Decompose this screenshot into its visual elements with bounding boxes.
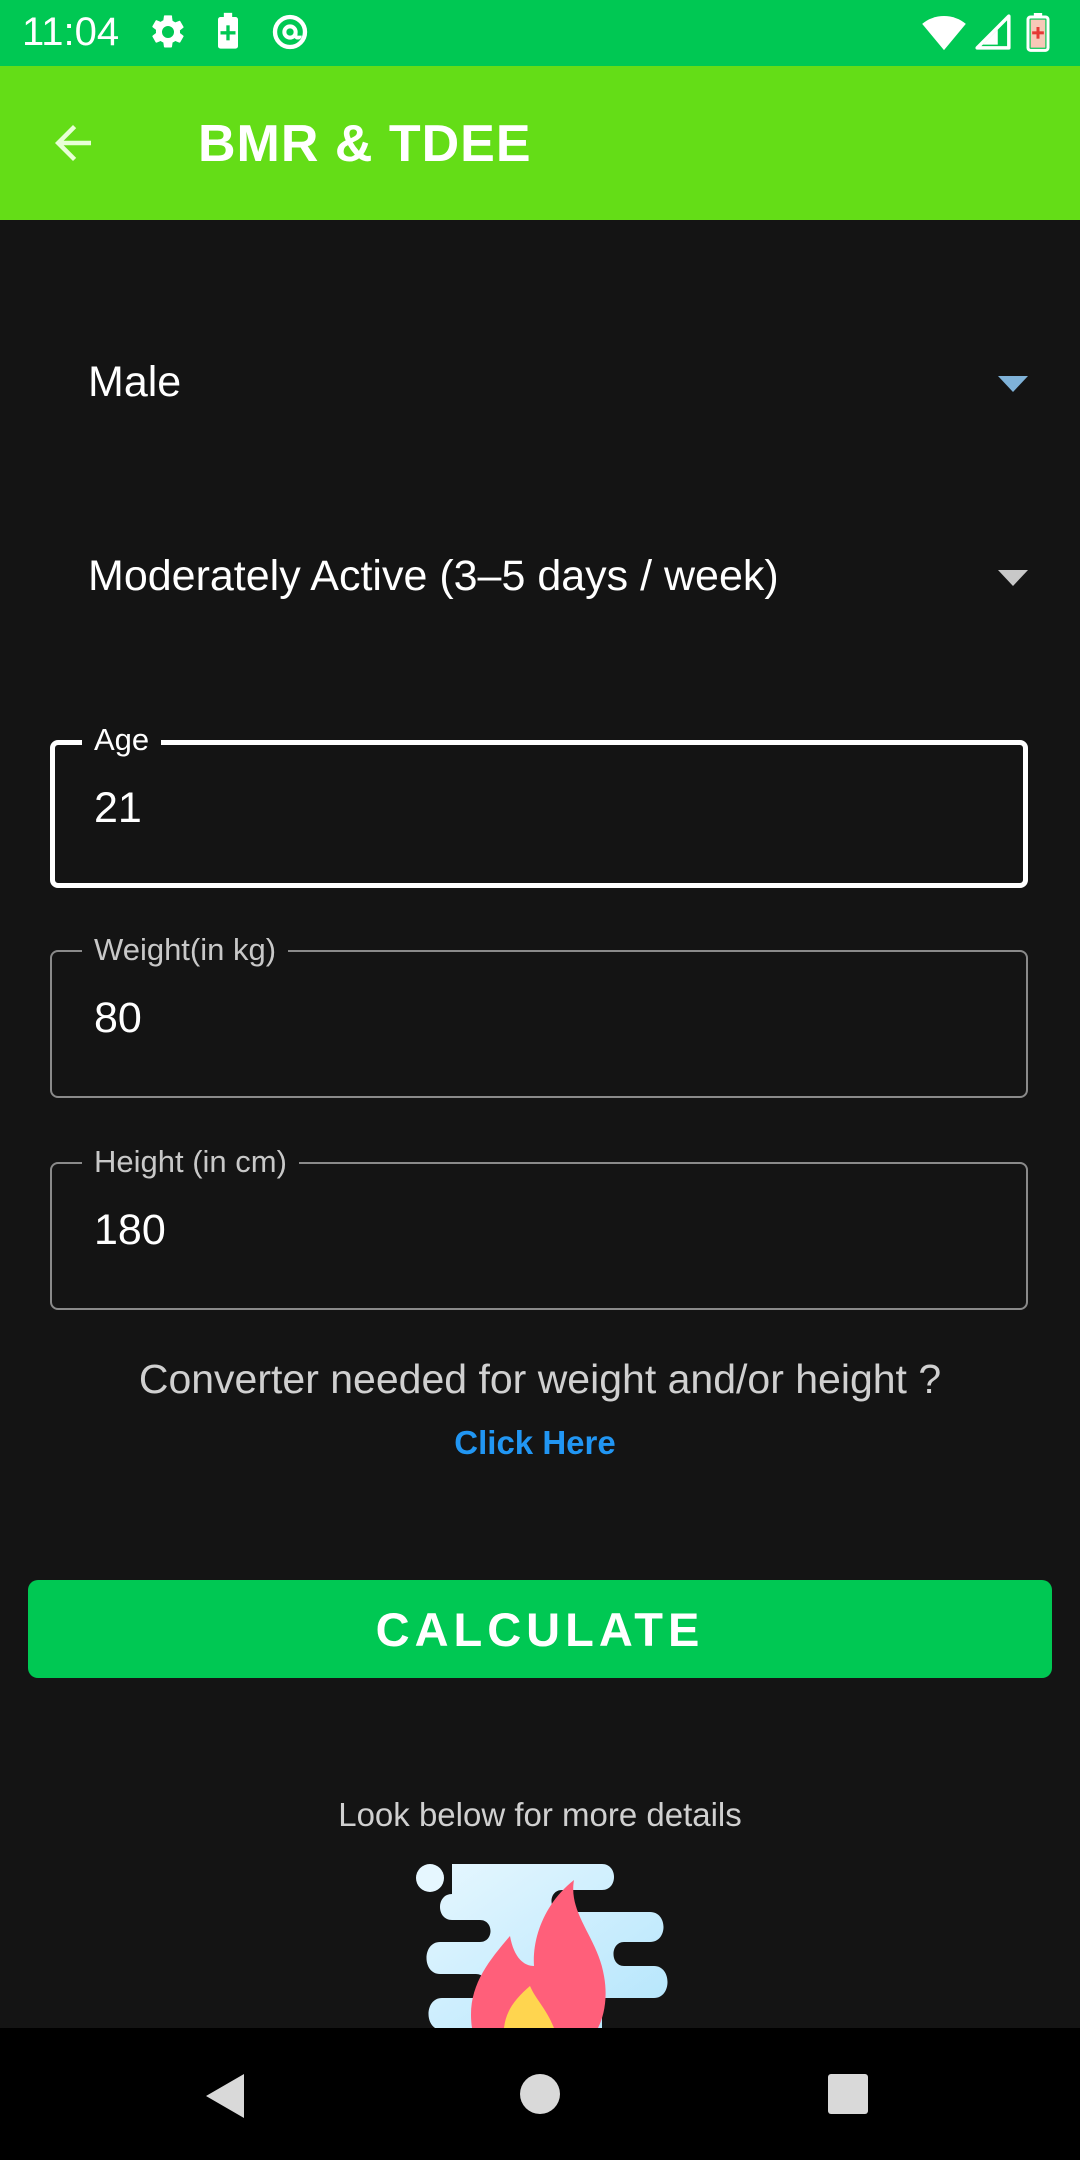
height-input[interactable] bbox=[94, 1206, 974, 1255]
battery-low-icon bbox=[1026, 13, 1050, 52]
weight-label: Weight(in kg) bbox=[82, 932, 289, 968]
converter-prompt: Converter needed for weight and/or heigh… bbox=[138, 1356, 942, 1402]
at-sync-icon bbox=[272, 14, 308, 50]
weight-input[interactable] bbox=[94, 994, 974, 1043]
arrow-left-icon bbox=[55, 125, 91, 161]
status-time: 11:04 bbox=[22, 10, 120, 54]
height-label: Height (in cm) bbox=[82, 1144, 299, 1180]
converter-link[interactable]: Click Here bbox=[0, 1424, 1070, 1462]
app-bar: BMR & TDEE bbox=[0, 66, 1080, 220]
nav-back-icon[interactable] bbox=[202, 2072, 248, 2120]
age-input[interactable] bbox=[94, 784, 974, 833]
wifi-icon bbox=[922, 16, 966, 51]
chevron-down-icon bbox=[998, 376, 1028, 392]
chevron-down-icon bbox=[998, 570, 1028, 586]
details-hint: Look below for more details bbox=[338, 1796, 742, 1833]
weight-field[interactable]: Weight(in kg) bbox=[50, 932, 1028, 1098]
activity-dropdown[interactable]: Moderately Active (3–5 days / week) bbox=[88, 518, 1028, 638]
back-button[interactable] bbox=[40, 110, 114, 176]
calculate-button[interactable]: CALCULATE bbox=[28, 1580, 1052, 1678]
system-nav-bar bbox=[0, 2028, 1080, 2160]
nav-recents-icon[interactable] bbox=[826, 2072, 870, 2116]
gender-selected-value: Male bbox=[88, 358, 182, 406]
status-right-icons bbox=[922, 12, 1062, 56]
fire-icon bbox=[416, 1864, 668, 2028]
age-label: Age bbox=[82, 722, 162, 758]
page-title: BMR & TDEE bbox=[198, 115, 532, 173]
battery-saver-icon bbox=[218, 12, 238, 49]
gender-dropdown[interactable]: Male bbox=[88, 324, 1028, 444]
age-field[interactable]: Age bbox=[50, 722, 1028, 888]
gear-icon bbox=[152, 15, 184, 48]
cellular-signal-icon bbox=[975, 14, 1011, 50]
activity-selected-value: Moderately Active (3–5 days / week) bbox=[88, 552, 779, 600]
height-field[interactable]: Height (in cm) bbox=[50, 1144, 1028, 1310]
nav-home-icon[interactable] bbox=[518, 2072, 562, 2116]
status-bar: 11:04 bbox=[0, 0, 1080, 66]
